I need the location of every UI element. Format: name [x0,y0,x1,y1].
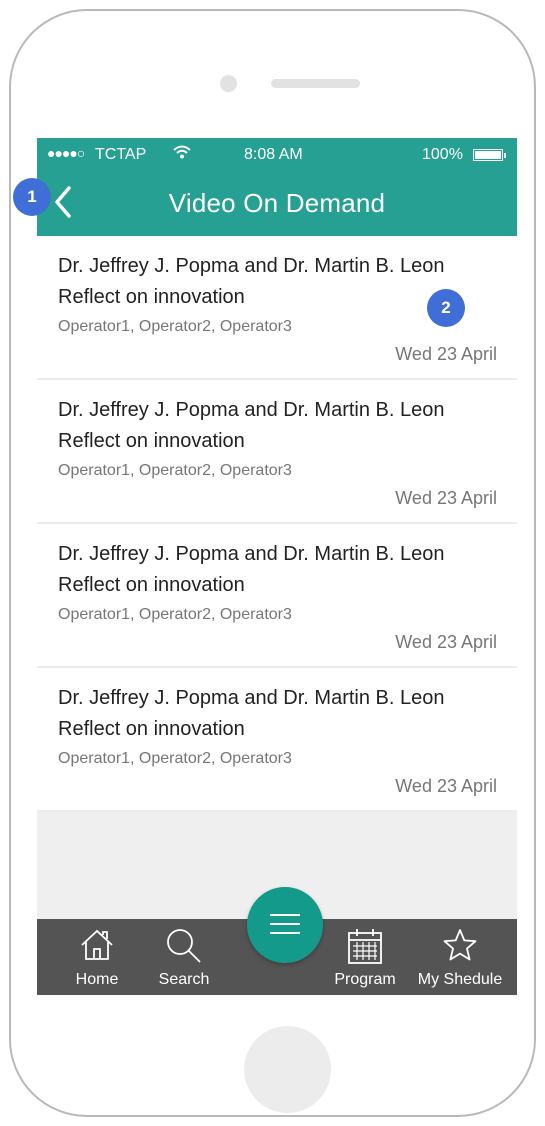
video-date: Wed 23 April [395,344,497,364]
video-title-line1: Dr. Jeffrey J. Popma and Dr. Martin B. L… [58,399,445,421]
video-list-item[interactable]: Dr. Jeffrey J. Popma and Dr. Martin B. L… [37,524,517,668]
wifi-icon [172,143,192,166]
video-title-line2: Reflect on innovation [58,286,245,308]
speaker-slot [271,79,360,88]
hamburger-menu-icon [270,914,300,941]
video-title-line1: Dr. Jeffrey J. Popma and Dr. Martin B. L… [58,687,445,709]
camera-dot [220,75,237,92]
tab-my-schedule-label: My Shedule [417,971,503,988]
calendar-icon [347,927,383,970]
video-title-line2: Reflect on innovation [58,718,245,740]
battery-percent: 100% [422,146,463,163]
annotation-badge-2: 2 [427,289,465,327]
tab-my-schedule[interactable]: My Shedule [415,919,505,995]
video-list-item[interactable]: Dr. Jeffrey J. Popma and Dr. Martin B. L… [37,668,517,812]
carrier-name: TCTAP [95,146,147,163]
search-icon [165,927,203,970]
battery-icon [473,149,506,161]
menu-fab-button[interactable] [247,887,323,963]
tab-program[interactable]: Program [330,919,400,995]
video-title-line1: Dr. Jeffrey J. Popma and Dr. Martin B. L… [58,543,445,565]
status-time: 8:08 AM [244,146,303,163]
video-operators: Operator1, Operator2, Operator3 [58,462,292,479]
home-icon [79,927,115,968]
video-title-line1: Dr. Jeffrey J. Popma and Dr. Martin B. L… [58,255,445,277]
hardware-home-button[interactable] [244,1026,331,1113]
video-date: Wed 23 April [395,632,497,652]
status-bar: ●●●●○ TCTAP 8:08 AM 100% [37,138,517,172]
video-operators: Operator1, Operator2, Operator3 [58,318,292,335]
video-date: Wed 23 April [395,488,497,508]
video-operators: Operator1, Operator2, Operator3 [58,750,292,767]
app-screen: ●●●●○ TCTAP 8:08 AM 100% Video On Demand… [37,138,517,995]
video-title-line2: Reflect on innovation [58,430,245,452]
video-date: Wed 23 April [395,776,497,796]
video-title-line2: Reflect on innovation [58,574,245,596]
tab-home[interactable]: Home [67,919,127,995]
video-operators: Operator1, Operator2, Operator3 [58,606,292,623]
star-icon [442,927,478,968]
tab-search-label: Search [158,971,210,988]
tab-home-label: Home [75,971,119,988]
annotation-badge-1: 1 [13,178,51,216]
tab-program-label: Program [334,971,396,988]
tab-search[interactable]: Search [154,919,214,995]
nav-bar: Video On Demand [37,172,517,236]
video-list-item[interactable]: Dr. Jeffrey J. Popma and Dr. Martin B. L… [37,380,517,524]
signal-indicator: ●●●●○ [47,145,85,161]
page-title: Video On Demand [168,188,386,218]
